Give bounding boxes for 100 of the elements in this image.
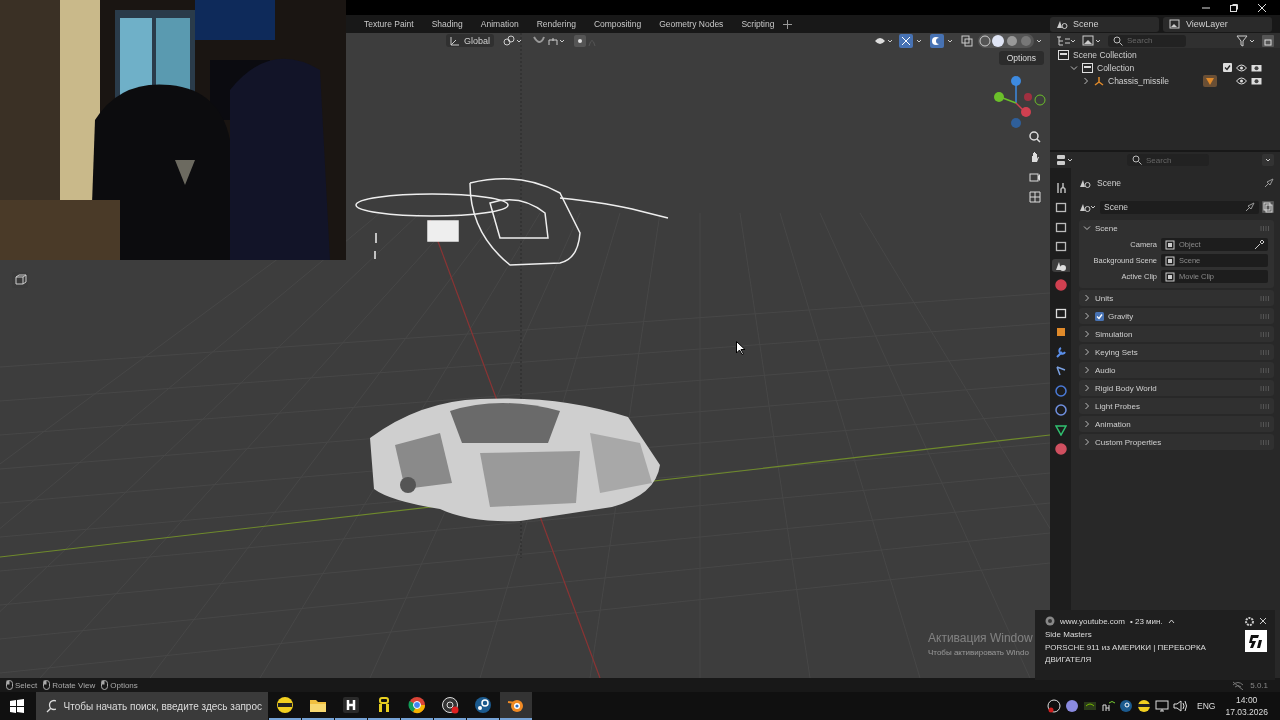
taskbar-app[interactable] (500, 692, 532, 720)
workspace-tab[interactable]: Compositing (584, 19, 651, 29)
display-mode-icon[interactable] (1056, 34, 1076, 47)
tray-icon[interactable] (1065, 699, 1080, 713)
outliner-row[interactable]: Collection (1050, 61, 1280, 74)
close-icon[interactable] (1259, 617, 1267, 625)
drag-handle-icon[interactable] (1260, 225, 1270, 231)
drag-handle-icon[interactable] (1260, 331, 1270, 337)
panel-header[interactable]: Keying Sets (1079, 344, 1274, 360)
view-layer-selector[interactable]: ViewLayer (1163, 16, 1272, 32)
notification-card[interactable]: www.youtube.com • 23 мин. Side Masters PORSCHE 911 из АМЕРИКИ | ПЕРЕБОРКА ДВИГАТЕЛЯ (1035, 610, 1275, 680)
workspace-tab[interactable]: Animation (471, 19, 528, 29)
clock-time[interactable]: 14:00 (1236, 694, 1258, 706)
navigation-gizmo[interactable] (994, 75, 1048, 129)
camera-icon[interactable] (1251, 63, 1262, 72)
volume-icon[interactable] (1173, 699, 1188, 713)
panel-header[interactable]: Simulation (1079, 326, 1274, 342)
taskbar-search-field[interactable]: Чтобы начать поиск, введите здесь запрос (36, 692, 268, 720)
zoom-icon[interactable] (1029, 131, 1041, 143)
maximize-icon[interactable] (1229, 2, 1239, 13)
workspace-tab[interactable]: Geometry Nodes (650, 19, 733, 29)
panel-header[interactable]: Audio (1079, 362, 1274, 378)
browser-icon (1045, 616, 1055, 626)
tray-icon[interactable] (1119, 699, 1134, 713)
grid-icon[interactable] (1029, 191, 1041, 203)
object-icon (1094, 75, 1104, 86)
tray-icon[interactable] (1047, 699, 1062, 713)
outliner-label: Scene Collection (1073, 49, 1137, 60)
panel-header[interactable]: Scene (1079, 220, 1274, 236)
orientation-dropdown[interactable]: Global (446, 34, 494, 47)
panel-header[interactable]: Animation (1079, 416, 1274, 432)
workspace-tab[interactable]: Rendering (527, 19, 585, 29)
close-icon[interactable] (1257, 2, 1267, 13)
panel-header[interactable]: Units (1079, 290, 1274, 306)
panel-header[interactable]: Gravity (1079, 308, 1274, 324)
scene-icon (1056, 19, 1068, 29)
properties-tab[interactable] (1051, 259, 1070, 272)
collection-icon (1058, 49, 1069, 60)
scene-datablock-field[interactable]: Scene (1100, 200, 1259, 214)
context-title: Scene (1097, 178, 1122, 188)
copy-icon[interactable] (1262, 201, 1274, 213)
clock-date[interactable]: 17.03.2026 (1225, 706, 1268, 718)
panel-header[interactable]: Light Probes (1079, 398, 1274, 414)
disclosure-icon[interactable] (1082, 76, 1090, 85)
pin-icon[interactable] (1264, 178, 1274, 188)
drag-handle-icon[interactable] (1260, 313, 1270, 319)
drag-handle-icon[interactable] (1260, 421, 1270, 427)
language-indicator[interactable]: ENG (1197, 701, 1216, 711)
panel-header[interactable]: Custom Properties (1079, 434, 1274, 450)
tab-icon (1054, 306, 1067, 319)
camera-icon[interactable] (1251, 76, 1262, 85)
hand-icon[interactable] (1029, 151, 1041, 163)
checkbox[interactable] (1223, 63, 1232, 72)
search-icon (1113, 35, 1123, 46)
xray-icon[interactable] (961, 34, 973, 47)
snap-icon[interactable] (532, 34, 566, 47)
workspace-tab[interactable]: Texture Paint (355, 19, 423, 29)
app-icon (441, 696, 459, 714)
cursor-tool-icon[interactable] (12, 272, 28, 288)
drag-handle-icon[interactable] (1260, 295, 1270, 301)
app-icon (408, 696, 426, 714)
collapse-icon[interactable] (1167, 618, 1175, 624)
tab-icon (1054, 220, 1067, 233)
editor-type-icon[interactable] (1056, 154, 1074, 166)
scene-icon[interactable] (1079, 202, 1097, 212)
tray-icon[interactable] (1101, 699, 1116, 713)
workspace-tab[interactable]: Shading (422, 19, 472, 29)
start-icon[interactable] (10, 699, 24, 713)
status-hint: Options (110, 680, 138, 690)
workspace-tab[interactable]: Scripting (732, 19, 784, 29)
drag-handle-icon[interactable] (1260, 367, 1270, 373)
eyedropper-icon (1254, 239, 1264, 250)
checkbox[interactable] (1095, 311, 1104, 321)
status-hint: Select (15, 680, 38, 690)
eye-icon[interactable] (1236, 63, 1247, 72)
new-collection-icon[interactable] (1262, 34, 1274, 47)
tab-icon (1054, 365, 1067, 377)
display-icon[interactable] (1155, 699, 1170, 713)
mouse-icon (43, 680, 51, 690)
drag-handle-icon[interactable] (1260, 403, 1270, 409)
disclosure-icon[interactable] (1070, 63, 1078, 72)
panel-header[interactable]: Rigid Body World (1079, 380, 1274, 396)
notification-title: Side Masters (1045, 630, 1093, 639)
filter-icon[interactable] (1236, 34, 1256, 47)
camera-icon[interactable] (1029, 171, 1041, 183)
shading-modes-icon[interactable] (978, 33, 1044, 48)
options-button[interactable]: Options (998, 51, 1044, 65)
image-icon[interactable] (1082, 34, 1102, 47)
scene-selector[interactable]: Scene (1050, 16, 1159, 32)
outliner-row[interactable]: Chassis_missile (1050, 74, 1280, 87)
drag-handle-icon[interactable] (1260, 439, 1270, 445)
settings-icon[interactable] (1245, 616, 1254, 626)
tray-icon[interactable] (1137, 699, 1152, 713)
link-icon[interactable] (502, 34, 524, 47)
drag-handle-icon[interactable] (1260, 349, 1270, 355)
add-icon[interactable] (783, 19, 793, 29)
dropdown-icon[interactable] (1262, 154, 1274, 166)
drag-handle-icon[interactable] (1260, 385, 1270, 391)
outliner-row[interactable]: Scene Collection (1050, 48, 1280, 61)
eye-icon[interactable] (1236, 76, 1247, 85)
